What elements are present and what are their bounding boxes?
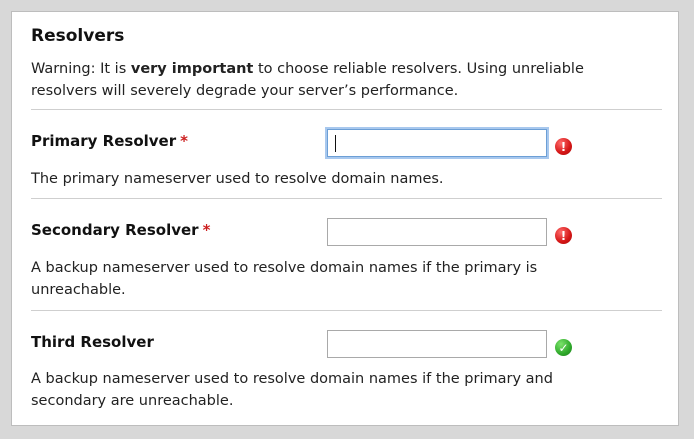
text-caret xyxy=(335,135,336,152)
primary-resolver-input[interactable] xyxy=(327,129,547,157)
section-title: Resolvers xyxy=(31,26,125,46)
primary-resolver-label: Primary Resolver * xyxy=(31,132,188,150)
checkmark-icon: ✓ xyxy=(555,339,572,356)
third-resolver-label-text: Third Resolver xyxy=(31,333,154,351)
warning-text: Warning: It is very important to choose … xyxy=(31,58,631,102)
secondary-resolver-input[interactable] xyxy=(327,218,547,246)
third-resolver-label: Third Resolver xyxy=(31,333,154,351)
divider xyxy=(31,310,662,311)
primary-resolver-help: The primary nameserver used to resolve d… xyxy=(31,171,444,187)
error-icon: ! xyxy=(555,227,572,244)
divider xyxy=(31,109,662,110)
third-resolver-input[interactable] xyxy=(327,330,547,358)
warning-prefix: Warning: It is xyxy=(31,61,131,77)
warning-emphasis: very important xyxy=(130,61,254,77)
secondary-resolver-label-text: Secondary Resolver xyxy=(31,221,199,239)
primary-resolver-label-text: Primary Resolver xyxy=(31,132,177,150)
secondary-resolver-label: Secondary Resolver * xyxy=(31,221,210,239)
required-marker: * xyxy=(180,132,188,150)
error-icon: ! xyxy=(555,138,572,155)
required-marker: * xyxy=(202,221,211,239)
secondary-resolver-help: A backup nameserver used to resolve doma… xyxy=(31,260,538,298)
resolvers-panel: Resolvers Warning: It is very important … xyxy=(11,11,679,426)
divider xyxy=(31,198,662,199)
third-resolver-help: A backup nameserver used to resolve doma… xyxy=(31,371,553,409)
